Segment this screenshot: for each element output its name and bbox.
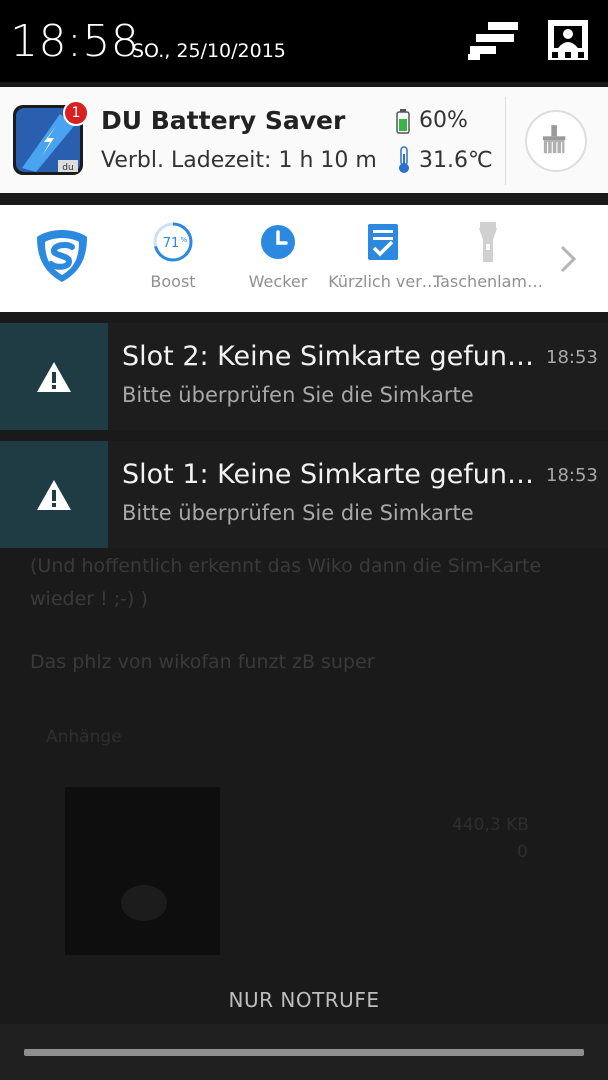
boost-percent: 71 [163, 236, 180, 251]
drag-handle[interactable] [24, 1049, 584, 1056]
charging-time-remaining: Verbl. Ladezeit: 1 h 10 m [101, 148, 377, 173]
recent-apps-button[interactable]: Kürzlich ver… [324, 220, 442, 291]
notification-icon-box [0, 323, 108, 430]
notification-sim-slot-2[interactable]: Slot 2: Keine Simkarte gefun… Bitte über… [0, 323, 608, 430]
notification-title: Slot 1: Keine Simkarte gefun… [122, 459, 534, 490]
checklist-icon [361, 220, 405, 264]
flashlight-button[interactable]: Taschenlam… [429, 220, 547, 291]
notification-text: Bitte überprüfen Sie die Simkarte [122, 501, 474, 525]
du-logo-text: du [62, 163, 73, 173]
notification-time: 18:53 [546, 465, 598, 486]
user-switch-icon[interactable] [546, 18, 590, 62]
shield-icon[interactable] [32, 226, 92, 286]
background-text-line: Das phlz von wikofan funzt zB super [30, 651, 375, 673]
thermometer-icon [399, 146, 409, 173]
clean-button[interactable] [525, 110, 587, 172]
chevron-right-icon[interactable] [558, 244, 578, 274]
attachment-count: 0 [517, 842, 528, 862]
quick-settings-icon[interactable] [466, 22, 520, 62]
broom-icon [542, 125, 566, 154]
emergency-calls-only-label: NUR NOTRUFE [228, 988, 380, 1012]
boost-ring-icon: 71 % [151, 220, 195, 264]
background-text-line: wieder ! ;-) ) [30, 588, 148, 610]
status-date: SO., 25/10/2015 [132, 40, 286, 62]
attachment-thumbnail [65, 787, 220, 955]
status-time: 18:58 [10, 16, 140, 67]
notification-title: Slot 2: Keine Simkarte gefun… [122, 341, 534, 372]
clock-icon [256, 220, 300, 264]
battery-icon [396, 109, 410, 134]
battery-temperature: 31.6℃ [419, 148, 493, 173]
attachment-file-size: 440,3 KB [452, 815, 529, 835]
flashlight-label: Taschenlam… [432, 272, 544, 291]
boost-percent-sign: % [181, 236, 188, 244]
notification-icon-box [0, 441, 108, 548]
status-bar: 18:58 SO., 25/10/2015 [0, 0, 608, 82]
notification-count-badge: 1 [63, 100, 89, 126]
battery-level: 60% [419, 108, 468, 133]
notification-time: 18:53 [546, 347, 598, 368]
du-app-title: DU Battery Saver [101, 106, 346, 135]
alarm-label: Wecker [248, 272, 308, 291]
flashlight-icon [466, 220, 510, 264]
notification-sim-slot-1[interactable]: Slot 1: Keine Simkarte gefun… Bitte über… [0, 441, 608, 548]
divider [505, 97, 506, 185]
du-battery-saver-card[interactable] [0, 87, 608, 193]
background-text-line: (Und hoffentlich erkennt das Wiko dann d… [30, 555, 542, 577]
boost-button[interactable]: 71 % Boost [114, 220, 232, 291]
boost-label: Boost [150, 272, 196, 291]
recent-apps-label: Kürzlich ver… [328, 272, 438, 291]
attachments-label: Anhänge [46, 727, 122, 747]
warning-icon [37, 480, 71, 510]
warning-icon [37, 362, 71, 392]
alarm-button[interactable]: Wecker [219, 220, 337, 291]
notification-text: Bitte überprüfen Sie die Simkarte [122, 383, 474, 407]
